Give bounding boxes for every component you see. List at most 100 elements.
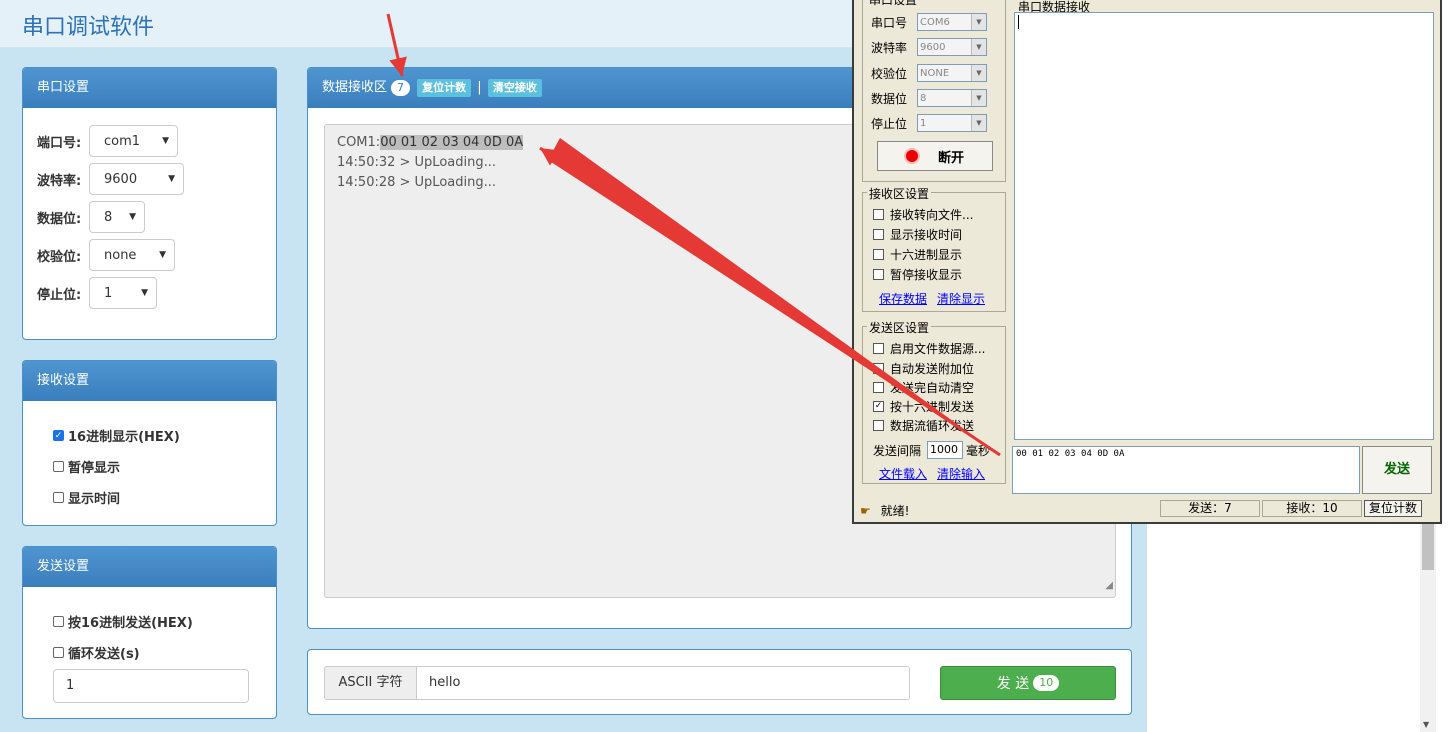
native-send-textarea[interactable]: 00 01 02 03 04 0D 0A: [1012, 446, 1360, 494]
checkbox-checked-icon[interactable]: ✓: [53, 430, 64, 441]
chevron-down-icon: ▼: [971, 115, 986, 131]
send-settings-title: 发送设置: [23, 547, 276, 587]
file-load-link[interactable]: 文件载入: [879, 465, 927, 482]
native-send-option[interactable]: 数据流循环发送: [873, 416, 974, 434]
hand-pointer-icon: ☛: [860, 504, 871, 518]
checkbox-icon[interactable]: [53, 647, 64, 658]
databits-row: 数据位: 8 ▼: [37, 200, 145, 234]
chevron-down-icon: ▼: [971, 39, 986, 55]
parity-select[interactable]: none ▼: [89, 239, 175, 271]
native-stopbits-select[interactable]: 1 ▼: [917, 114, 987, 132]
receive-settings-title: 接收设置: [23, 361, 276, 401]
scroll-down-icon[interactable]: ▼: [1423, 720, 1429, 729]
baud-row: 波特率: 9600 ▼: [37, 162, 184, 196]
native-baud-select[interactable]: 9600 ▼: [917, 38, 987, 56]
hex-display-option[interactable]: ✓ 16进制显示(HEX): [53, 426, 180, 445]
native-recv-textarea[interactable]: [1014, 12, 1434, 440]
native-send-button[interactable]: 发送: [1362, 446, 1432, 494]
serial-settings-panel: 串口设置 端口号: com1 ▼ 波特率: 9600 ▼ 数据位: 8 ▼ 校验位: …: [22, 67, 277, 340]
chevron-down-icon: ▼: [168, 174, 175, 184]
send-mode-label: ASCII 字符: [324, 666, 417, 700]
native-recv-option[interactable]: 暂停接收显示: [873, 265, 962, 283]
checkbox-icon[interactable]: [53, 492, 64, 503]
send-bar-panel: ASCII 字符 hello 发 送 10: [307, 649, 1132, 715]
chevron-down-icon: ▼: [971, 14, 986, 30]
baud-select[interactable]: 9600 ▼: [89, 163, 184, 195]
checkbox-icon[interactable]: [873, 268, 884, 280]
parity-label: 校验位:: [37, 249, 82, 265]
native-send-option[interactable]: 启用文件数据源...: [873, 339, 985, 357]
checkbox-checked-icon[interactable]: ✓: [873, 400, 884, 412]
native-send-option[interactable]: 自动发送附加位: [873, 359, 974, 377]
native-send-group-title: 发送区设置: [867, 319, 932, 336]
port-select[interactable]: com1 ▼: [89, 125, 178, 157]
databits-select[interactable]: 8 ▼: [89, 201, 145, 233]
native-parity-row: 校验位 NONE ▼: [871, 63, 987, 83]
native-port-group: 串口设置 串口号 COM6 ▼ 波特率 9600 ▼ 校验位 NONE ▼ 数据位 8 ▼ 停止…: [862, 0, 1006, 182]
native-databits-select[interactable]: 8 ▼: [917, 89, 987, 107]
receive-area-title: 数据接收区: [322, 80, 388, 95]
native-interval-input[interactable]: 1000: [927, 441, 964, 459]
parity-row: 校验位: none ▼: [37, 238, 175, 272]
text-cursor: [1018, 15, 1019, 29]
send-count-badge: 10: [1033, 675, 1060, 691]
native-recv-group-title: 接收区设置: [867, 185, 932, 202]
native-recv-option[interactable]: 接收转向文件...: [873, 205, 973, 223]
native-serial-window: 串口设置 串口号 COM6 ▼ 波特率 9600 ▼ 校验位 NONE ▼ 数据位 8 ▼ 停止…: [852, 0, 1442, 524]
loop-send-option[interactable]: 循环发送(s): [53, 643, 140, 662]
checkbox-icon[interactable]: [873, 342, 884, 354]
checkbox-icon[interactable]: [53, 461, 64, 472]
native-recv-group: 接收区设置 接收转向文件... 显示接收时间 十六进制显示 暂停接收显示 保存数…: [862, 185, 1006, 312]
checkbox-icon[interactable]: [873, 362, 884, 374]
native-port-select[interactable]: COM6 ▼: [917, 13, 987, 31]
chevron-down-icon: ▼: [971, 65, 986, 81]
native-send-option[interactable]: 发送完自动清空: [873, 378, 974, 396]
checkbox-icon[interactable]: [873, 419, 884, 431]
show-time-option[interactable]: 显示时间: [53, 488, 120, 507]
stopbits-select[interactable]: 1 ▼: [89, 277, 157, 309]
reset-count-button[interactable]: 复位计数: [417, 79, 472, 97]
header-separator: |: [477, 80, 482, 95]
checkbox-icon[interactable]: [873, 208, 884, 220]
port-label: 端口号:: [37, 135, 82, 151]
disconnect-button[interactable]: 断开: [877, 141, 993, 171]
status-ready-text: 就绪!: [880, 504, 910, 518]
status-sent: 发送：7: [1160, 500, 1260, 517]
stopbits-row: 停止位: 1 ▼: [37, 276, 157, 310]
clear-input-link[interactable]: 清除输入: [937, 465, 985, 482]
status-recv: 接收：10: [1262, 500, 1362, 517]
native-interval-label: 发送间隔: [873, 443, 922, 458]
send-button-label: 发 送: [996, 676, 1030, 692]
native-port-row: 串口号 COM6 ▼: [871, 12, 987, 32]
clear-display-link[interactable]: 清除显示: [937, 290, 985, 307]
native-interval-unit: 毫秒: [966, 443, 991, 458]
received-hex-data: 00 01 02 03 04 0D 0A: [380, 135, 524, 150]
port-row: 端口号: com1 ▼: [37, 124, 178, 158]
send-input[interactable]: hello: [416, 666, 910, 700]
checkbox-icon[interactable]: [873, 248, 884, 260]
loop-interval-input[interactable]: 1: [53, 669, 249, 703]
pause-display-option[interactable]: 暂停显示: [53, 457, 120, 476]
checkbox-icon[interactable]: [873, 228, 884, 240]
stopbits-label: 停止位:: [37, 287, 82, 303]
native-recv-option[interactable]: 十六进制显示: [873, 245, 962, 263]
send-button[interactable]: 发 送 10: [940, 666, 1116, 700]
clear-receive-button[interactable]: 清空接收: [487, 79, 542, 97]
serial-settings-title: 串口设置: [23, 68, 276, 108]
native-parity-select[interactable]: NONE ▼: [917, 64, 987, 82]
checkbox-icon[interactable]: [873, 381, 884, 393]
native-send-option[interactable]: ✓ 按十六进制发送: [873, 397, 974, 415]
native-port-group-title: 串口设置: [867, 0, 920, 8]
receive-settings-panel: 接收设置 ✓ 16进制显示(HEX) 暂停显示 显示时间: [22, 360, 277, 526]
baud-label: 波特率:: [37, 173, 82, 189]
checkbox-icon[interactable]: [53, 616, 64, 627]
save-data-link[interactable]: 保存数据: [879, 290, 927, 307]
status-reset-button[interactable]: 复位计数: [1364, 500, 1422, 517]
native-recv-option[interactable]: 显示接收时间: [873, 225, 962, 243]
native-baud-row: 波特率 9600 ▼: [871, 37, 987, 57]
native-interval-row: 发送间隔 1000 毫秒: [873, 441, 990, 459]
hex-send-option[interactable]: 按16进制发送(HEX): [53, 612, 193, 631]
resize-grip-icon[interactable]: ◢: [1105, 576, 1113, 596]
databits-label: 数据位:: [37, 211, 82, 227]
chevron-down-icon: ▼: [971, 90, 986, 106]
